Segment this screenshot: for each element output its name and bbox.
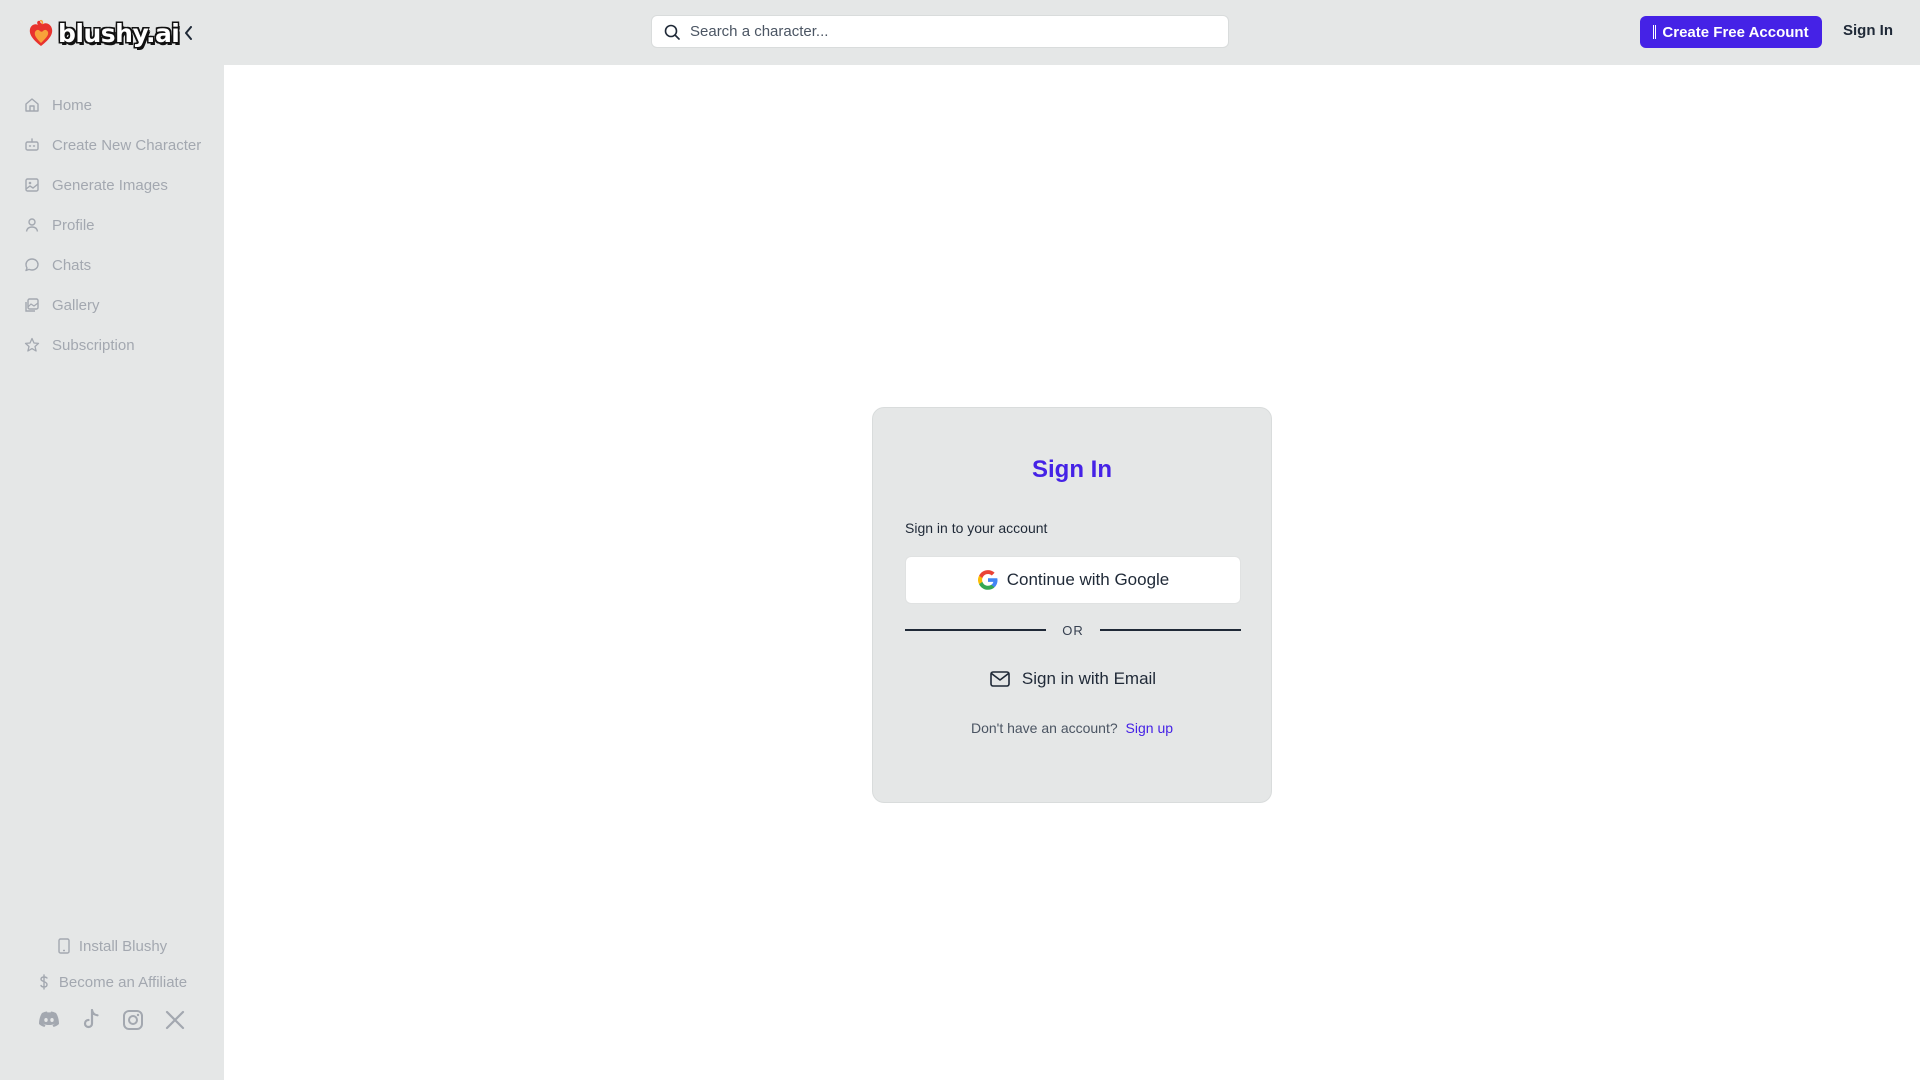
sign-in-title: Sign In (1032, 456, 1112, 483)
sign-in-with-email-button[interactable]: Sign in with Email (905, 658, 1241, 700)
sidebar-item-label: Create New Character (52, 136, 202, 154)
or-label: OR (1062, 622, 1084, 638)
create-free-account-button[interactable]: Create Free Account (1640, 16, 1822, 48)
sign-in-subtitle: Sign in to your account (905, 520, 1048, 536)
sign-up-link[interactable]: Sign up (1126, 720, 1173, 736)
sidebar-item-profile[interactable]: Profile (0, 205, 224, 245)
sidebar-item-label: Home (52, 96, 93, 114)
sign-in-with-email-label: Sign in with Email (1021, 669, 1157, 688)
install-blushy-link[interactable]: Install Blushy (0, 928, 224, 964)
become-affiliate-link[interactable]: Become an Affiliate (0, 964, 224, 1000)
no-account-text: Don't have an account? (970, 720, 1118, 736)
chevron-left-icon (185, 26, 192, 40)
sidebar-item-label: Profile (52, 216, 95, 234)
sidebar-nav: Home Create New Character Generate Image… (0, 85, 224, 365)
phone-icon (58, 938, 70, 954)
collapse-sidebar-button[interactable] (178, 20, 200, 46)
sidebar-item-label: Chats (52, 256, 92, 274)
or-divider: OR (905, 620, 1241, 640)
sidebar-item-home[interactable]: Home (0, 85, 224, 125)
mail-icon (990, 671, 1010, 687)
sidebar-item-gallery[interactable]: Gallery (0, 285, 224, 325)
sidebar-item-subscription[interactable]: Subscription (0, 325, 224, 365)
logo-text: blushy.ai (58, 18, 180, 48)
search-icon (664, 24, 680, 40)
google-icon (977, 570, 998, 590)
sidebar: Home Create New Character Generate Image… (0, 65, 224, 1080)
star-icon (24, 337, 40, 352)
heart-flame-icon (29, 20, 53, 46)
search-input[interactable] (690, 23, 1210, 40)
dollar-icon (40, 974, 48, 990)
sidebar-item-label: Gallery (52, 296, 100, 314)
home-icon (25, 98, 39, 112)
divider-line-left (905, 629, 1047, 631)
continue-with-google-label: Continue with Google (1006, 570, 1170, 589)
chat-icon (25, 258, 39, 272)
sign-in-link[interactable]: Sign In (1843, 22, 1893, 39)
create-free-account-label: Create Free Account (1662, 23, 1809, 41)
top-bar: blushy.ai Create Free Account Sign In (0, 0, 1920, 65)
tiktok-icon[interactable] (79, 1008, 103, 1032)
discord-icon[interactable] (37, 1008, 61, 1032)
sidebar-item-create-new-character[interactable]: Create New Character (0, 125, 224, 165)
image-icon (25, 178, 39, 192)
continue-with-google-button[interactable]: Continue with Google (905, 556, 1241, 604)
sidebar-item-chats[interactable]: Chats (0, 245, 224, 285)
sidebar-item-label: Generate Images (52, 176, 168, 194)
divider-line-right (1099, 629, 1241, 631)
logo[interactable]: blushy.ai (28, 16, 180, 50)
instagram-icon[interactable] (121, 1008, 145, 1032)
social-links (0, 1008, 224, 1032)
x-icon[interactable] (163, 1008, 187, 1032)
sidebar-item-label: Subscription (52, 336, 135, 354)
sign-in-card: Sign In Sign in to your account Continue… (872, 407, 1272, 803)
search-bar[interactable] (651, 15, 1229, 48)
user-icon (25, 218, 39, 232)
sidebar-item-generate-images[interactable]: Generate Images (0, 165, 224, 205)
become-affiliate-label: Become an Affiliate (58, 973, 188, 991)
sign-up-prompt: Don't have an account? Sign up (873, 720, 1271, 736)
sparkle-icon (1653, 25, 1657, 39)
bot-icon (25, 138, 39, 151)
install-blushy-label: Install Blushy (78, 937, 168, 955)
app: blushy.ai Create Free Account Sign In Ho… (0, 0, 1920, 1080)
sidebar-footer: Install Blushy Become an Affiliate (0, 928, 224, 1032)
gallery-icon (25, 298, 39, 312)
